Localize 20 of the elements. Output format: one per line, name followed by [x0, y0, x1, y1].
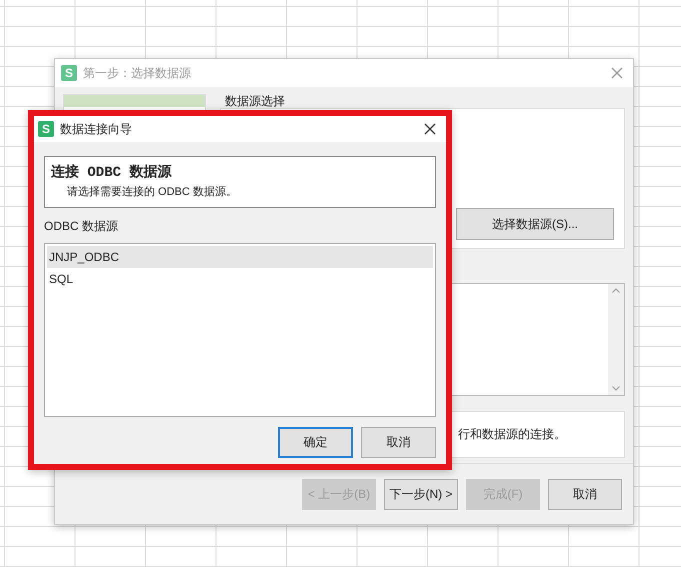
section-label: 数据源选择 — [225, 94, 285, 108]
dialog-title: 数据连接向导 — [60, 120, 133, 138]
scroll-down-icon[interactable] — [612, 386, 620, 391]
close-icon[interactable] — [424, 123, 436, 135]
wizard-nav-button[interactable]: 取消 — [548, 478, 622, 510]
app-logo-icon: S — [61, 65, 77, 81]
header-subtitle: 请选择需要连接的 ODBC 数据源。 — [66, 184, 238, 199]
scroll-up-icon[interactable] — [612, 288, 620, 293]
source-item[interactable]: JNJP_ODBC — [47, 246, 433, 268]
info-text: 行和数据源的连接。 — [458, 426, 566, 443]
scrollbar[interactable] — [608, 284, 624, 395]
list-label: ODBC 数据源 — [44, 218, 118, 235]
window-title: 第一步：选择数据源 — [83, 64, 192, 82]
header-title: 连接 ODBC 数据源 — [51, 163, 173, 181]
source-item[interactable]: SQL — [47, 268, 433, 290]
dialog-button[interactable]: 确定 — [278, 427, 353, 458]
dialog-button[interactable]: 取消 — [361, 427, 436, 458]
select-source-button[interactable]: 选择数据源(S)... — [456, 208, 614, 240]
wizard-nav-button[interactable]: 下一步(N) > — [384, 478, 458, 510]
app-logo-icon: S — [38, 121, 54, 137]
